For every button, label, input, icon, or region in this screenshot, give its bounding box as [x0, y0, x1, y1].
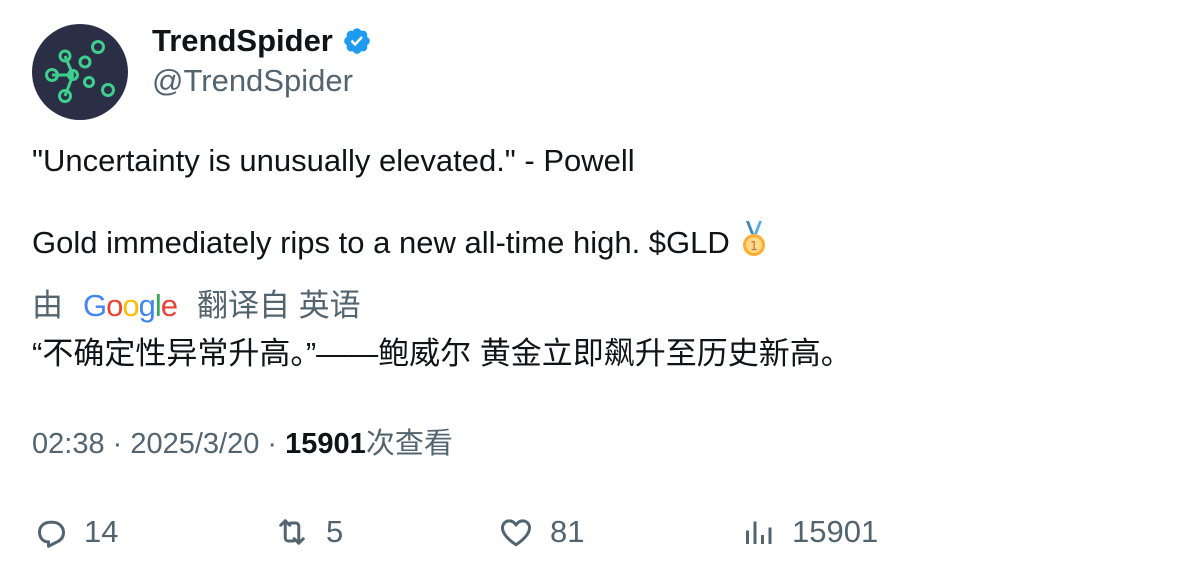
reply-count: 14 — [84, 514, 119, 549]
translation-by-label: 由 — [32, 288, 63, 323]
google-logo: Google — [83, 288, 178, 323]
like-button[interactable]: 81 — [498, 508, 584, 556]
views-button[interactable]: 15901 — [740, 508, 878, 556]
tweet-text-line-1: "Uncertainty is unusually elevated." - P… — [32, 143, 635, 178]
trendspider-logo-icon — [45, 40, 115, 103]
tweet-time[interactable]: 02:38 — [32, 428, 105, 460]
tweet-text-line-2-body: Gold immediately rips to a new all-time … — [32, 225, 730, 260]
author-name-row: TrendSpider — [152, 22, 372, 60]
avatar[interactable] — [32, 24, 128, 120]
reply-button[interactable]: 14 — [32, 508, 118, 556]
author-handle[interactable]: @TrendSpider — [152, 62, 353, 100]
tweet-date[interactable]: 2025/3/20 — [130, 428, 259, 460]
author-display-name[interactable]: TrendSpider — [152, 22, 333, 60]
reply-icon — [38, 520, 65, 548]
views-label: 次查看 — [365, 428, 453, 460]
translation-attribution: 由 Google 翻译自 英语 — [32, 286, 361, 326]
views-action-count: 15901 — [792, 514, 879, 549]
retweet-icon — [279, 519, 305, 545]
tweet-meta: 02:38 · 2025/3/20 · 15901次查看 — [32, 424, 453, 464]
tweet-text-line-2: Gold immediately rips to a new all-time … — [32, 221, 770, 267]
svg-text:1: 1 — [750, 239, 758, 253]
like-count: 81 — [550, 514, 585, 549]
retweet-count: 5 — [326, 514, 344, 549]
heart-icon — [501, 519, 531, 547]
meta-separator: · — [259, 428, 286, 460]
retweet-button[interactable]: 5 — [274, 508, 343, 556]
meta-separator: · — [104, 428, 131, 460]
verified-badge-icon[interactable] — [342, 26, 372, 56]
views-count: 15901 — [285, 428, 366, 460]
analytics-bar-icon — [746, 521, 772, 544]
gold-medal-icon: 1 — [738, 221, 770, 267]
translated-text: “不确定性异常升高。”——鲍威尔 黄金立即飙升至历史新高。 — [32, 336, 852, 371]
tweet-actions: 14 5 81 15901 — [32, 508, 1152, 556]
translation-from-label[interactable]: 翻译自 英语 — [197, 286, 361, 326]
